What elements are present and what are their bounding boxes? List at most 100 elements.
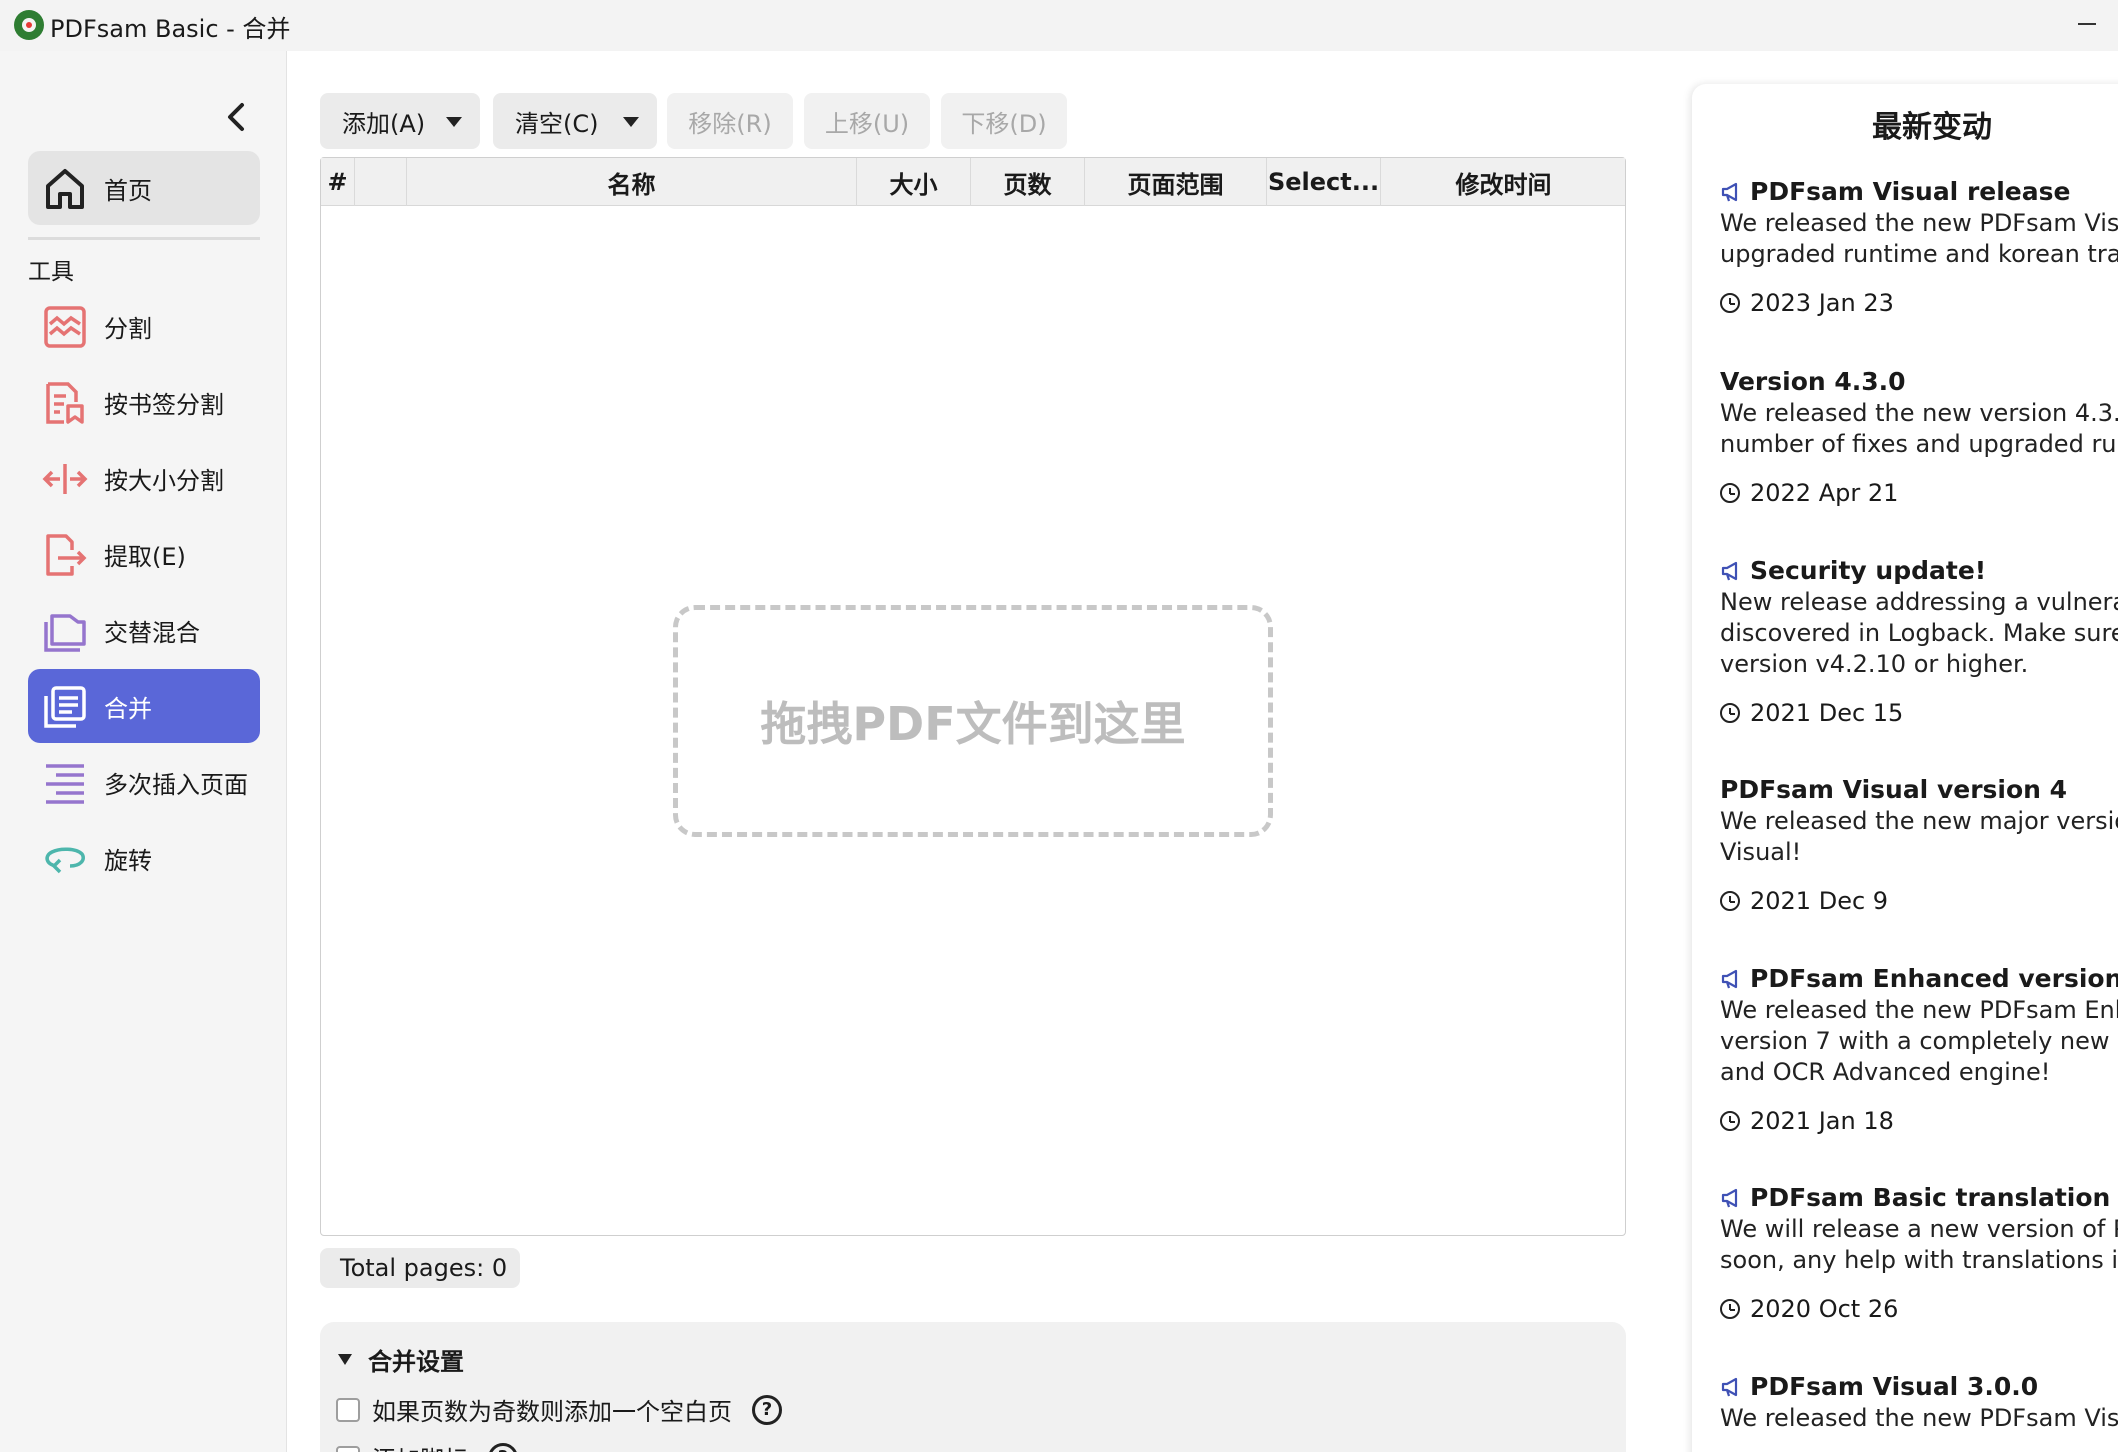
pdfsam-logo-icon: [14, 10, 44, 40]
news-item[interactable]: PDFsam Basic translation We will release…: [1720, 1180, 2118, 1324]
sidebar-item-alternate-mix[interactable]: 交替混合: [28, 593, 260, 667]
column-header-index[interactable]: #: [321, 158, 355, 206]
move-down-button[interactable]: 下移(D): [941, 93, 1067, 149]
bookmark-split-icon: [42, 380, 88, 426]
news-title[interactable]: PDFsam Visual version 4: [1720, 775, 2067, 804]
chevron-down-icon[interactable]: [623, 117, 639, 127]
merge-settings-title: 合并设置: [368, 1348, 464, 1376]
megaphone-icon: [1720, 1375, 1742, 1397]
sidebar-item-split-by-size[interactable]: 按大小分割: [28, 441, 260, 515]
megaphone-icon: [1720, 559, 1742, 581]
sidebar-item-label: 多次插入页面: [104, 770, 248, 799]
news-title[interactable]: Security update!: [1750, 556, 1986, 585]
news-item[interactable]: PDFsam Visual version 4 We released the …: [1720, 772, 2118, 916]
expand-triangle-icon: [338, 1354, 352, 1365]
collapse-sidebar-button[interactable]: [222, 97, 250, 137]
sidebar-item-label: 首页: [104, 176, 152, 205]
news-item[interactable]: PDFsam Visual 3.0.0 We released the new …: [1720, 1369, 2118, 1434]
total-pages-label: Total pages: 0: [320, 1248, 520, 1288]
column-header-name[interactable]: 名称: [407, 158, 857, 206]
column-header-size[interactable]: 大小: [857, 158, 971, 206]
sidebar-item-split-by-bookmarks[interactable]: 按书签分割: [28, 365, 260, 439]
news-body: We released the new version 4.3.0 withnu…: [1720, 399, 2118, 458]
help-icon[interactable]: ?: [488, 1442, 518, 1452]
insert-pages-icon: [42, 760, 88, 806]
clock-icon: [1720, 483, 1740, 503]
news-panel: 最新变动 PDFsam Visual release We released t…: [1692, 84, 2118, 1452]
news-item[interactable]: Security update! New release addressing …: [1720, 553, 2118, 728]
merge-settings-toggle[interactable]: 合并设置: [338, 1342, 464, 1377]
sidebar-item-label: 按书签分割: [104, 390, 224, 419]
news-body: We will release a new version of PDFsam …: [1720, 1215, 2118, 1274]
help-icon[interactable]: ?: [752, 1394, 782, 1425]
news-body: We released the new PDFsam Visual withup…: [1720, 209, 2118, 268]
file-table[interactable]: # 名称 大小 页数 页面范围 Select... 修改时间 拖拽PDF文件到这…: [320, 157, 1626, 1236]
sidebar-item-split[interactable]: 分割: [28, 289, 260, 363]
news-date: 2021 Jan 18: [1720, 1106, 2118, 1136]
sidebar-item-label: 按大小分割: [104, 466, 224, 495]
column-header-page-range[interactable]: 页面范围: [1085, 158, 1267, 206]
news-item[interactable]: Version 4.3.0 We released the new versio…: [1720, 364, 2118, 508]
megaphone-icon: [1720, 180, 1742, 202]
remove-button[interactable]: 移除(R): [667, 93, 793, 149]
news-date: 2020 Oct 26: [1720, 1294, 2118, 1324]
clock-icon: [1720, 1111, 1740, 1131]
sidebar-item-label: 合并: [104, 694, 152, 723]
sidebar-item-rotate[interactable]: 旋转: [28, 821, 260, 895]
clock-icon: [1720, 1299, 1740, 1319]
sidebar-item-merge[interactable]: 合并: [28, 669, 260, 743]
blank-page-checkbox[interactable]: [336, 1397, 360, 1422]
home-icon: [42, 166, 88, 212]
sidebar: 首页 工具 分割 按书签分割 按大小分割 提取(E) 交替混合 合并 多次插入页…: [0, 51, 287, 1452]
merge-settings-panel: 合并设置 如果页数为奇数则添加一个空白页 ? 添加脚标 ?: [320, 1322, 1626, 1452]
rotate-icon: [42, 836, 88, 882]
news-body: We released the new major version of PDF…: [1720, 807, 2118, 866]
news-title[interactable]: PDFsam Visual 3.0.0: [1750, 1372, 2038, 1401]
move-up-button[interactable]: 上移(U): [804, 93, 930, 149]
news-date: 2022 Apr 21: [1720, 478, 2118, 508]
sidebar-item-label: 旋转: [104, 846, 152, 875]
footer-checkbox[interactable]: [336, 1445, 360, 1452]
news-item[interactable]: PDFsam Visual release We released the ne…: [1720, 174, 2118, 318]
news-title[interactable]: PDFsam Basic translation: [1750, 1183, 2110, 1212]
clear-button[interactable]: 清空(C): [493, 93, 657, 149]
minimize-button[interactable]: [2058, 0, 2118, 51]
footer-option[interactable]: 添加脚标 ?: [336, 1440, 518, 1452]
news-title[interactable]: Version 4.3.0: [1720, 367, 1906, 396]
sidebar-item-insert-pages[interactable]: 多次插入页面: [28, 745, 260, 819]
sidebar-divider: [28, 237, 260, 240]
column-header-select[interactable]: Select...: [1267, 158, 1381, 206]
clear-button-label: 清空(C): [515, 109, 599, 138]
column-header-status[interactable]: [355, 158, 407, 206]
megaphone-icon: [1720, 1186, 1742, 1208]
chevron-down-icon[interactable]: [446, 117, 462, 127]
clock-icon: [1720, 293, 1740, 313]
news-date: 2021 Dec 15: [1720, 698, 2118, 728]
split-icon: [42, 304, 88, 350]
column-header-modified[interactable]: 修改时间: [1381, 158, 1626, 206]
sidebar-item-label: 提取(E): [104, 542, 186, 571]
blank-page-option[interactable]: 如果页数为奇数则添加一个空白页 ?: [336, 1392, 782, 1427]
news-item[interactable]: PDFsam Enhanced version 7! We released t…: [1720, 961, 2118, 1136]
drop-zone[interactable]: 拖拽PDF文件到这里: [673, 605, 1273, 837]
table-header: # 名称 大小 页数 页面范围 Select... 修改时间: [321, 158, 1625, 206]
clock-icon: [1720, 891, 1740, 911]
tools-heading: 工具: [28, 259, 74, 285]
news-title[interactable]: PDFsam Visual release: [1750, 177, 2070, 206]
merge-icon: [42, 684, 88, 730]
sidebar-item-home[interactable]: 首页: [28, 151, 260, 225]
footer-label: 添加脚标: [372, 1440, 468, 1452]
sidebar-item-label: 分割: [104, 314, 152, 343]
add-button[interactable]: 添加(A): [320, 93, 480, 149]
window-title: PDFsam Basic - 合并: [50, 15, 291, 43]
news-body: New release addressing a vulnerabilitydi…: [1720, 588, 2118, 678]
sidebar-item-label: 交替混合: [104, 618, 200, 647]
news-date: 2021 Dec 9: [1720, 886, 2118, 916]
news-title[interactable]: PDFsam Enhanced version 7!: [1750, 964, 2118, 993]
news-body: We released the new PDFsam Enhancedversi…: [1720, 996, 2118, 1086]
column-header-pages[interactable]: 页数: [971, 158, 1085, 206]
clock-icon: [1720, 703, 1740, 723]
size-split-icon: [42, 456, 88, 502]
sidebar-item-extract[interactable]: 提取(E): [28, 517, 260, 591]
megaphone-icon: [1720, 967, 1742, 989]
